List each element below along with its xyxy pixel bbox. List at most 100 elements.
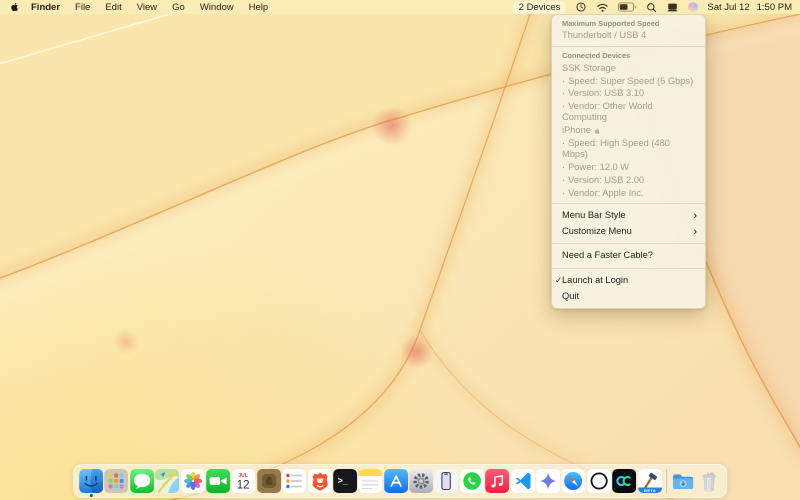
menu-separator [552,268,705,269]
battery-icon[interactable] [618,2,637,12]
menu-bar: Finder File Edit View Go Window Help 2 Device… [0,0,800,14]
menu-go[interactable]: Go [172,2,185,13]
menu-item-label: Need a Faster Cable? [562,250,653,261]
dock-maps-icon[interactable] [155,469,179,493]
menu-item-label: Version: USB 3.10 [568,88,644,98]
dock-safari-icon[interactable] [562,469,586,493]
dock-brown-app-icon[interactable] [257,469,281,493]
dock-vscode-icon[interactable] [511,469,535,493]
menu-item-label: iPhone [562,125,591,136]
menu-item-quit[interactable]: Quit [552,288,705,304]
menu-item-label: Speed: Super Speed (5 Gbps) [568,76,693,86]
dock-photos-icon[interactable] [181,469,205,493]
bullet-marker: · [562,188,565,198]
menu-item-power-12-0-w: ·Power: 12.0 W [552,161,705,174]
usb-devices-menu-button[interactable]: 2 Devices [513,1,567,14]
dock-divider [666,469,667,493]
submenu-chevron-icon: › [693,228,697,236]
menu-item-speed-super-speed-5-gbps-: ·Speed: Super Speed (5 Gbps) [552,75,705,88]
menu-separator [552,203,705,204]
svg-text:BETA: BETA [644,489,656,493]
menu-item-vendor-apple-inc-: ·Vendor: Apple Inc. [552,187,705,200]
app-menus: File Edit View Go Window Help [75,2,268,13]
menu-item-ssk-storage: SSK Storage [552,62,705,75]
dock-terminal-icon[interactable]: >_ [333,469,357,493]
menu-item-label: Thunderbolt / USB 4 [562,30,646,41]
bullet-marker: · [562,76,565,86]
svg-text:12: 12 [237,480,250,492]
menu-item-label: Vendor: Apple Inc. [568,188,643,198]
dock: JUL12 >_ BETA [73,464,727,498]
menu-item-label: Version: USB 2.00 [568,175,644,185]
menu-item-vendor-other-world-computing: ·Vendor: Other World Computing [552,100,705,124]
usb-devices-dropdown-menu: Maximum Supported SpeedThunderbolt / USB… [551,14,706,310]
dock-cc-app-icon[interactable] [612,469,636,493]
menu-item-iphone: iPhone [552,124,705,137]
menu-window[interactable]: Window [200,2,234,13]
menu-bar-time: 1:50 PM [757,2,792,13]
siri-icon[interactable] [688,2,698,12]
menu-item-label: Launch at Login [562,275,628,286]
menu-separator [552,46,705,47]
svg-text:JUL: JUL [239,473,248,479]
dock-calendar-icon[interactable]: JUL12 [231,469,255,493]
dock-whatsapp-icon[interactable] [460,469,484,493]
menu-item-customize-menu[interactable]: Customize Menu › [552,224,705,240]
menu-item-launch-at-login[interactable]: ✓Launch at Login [552,272,705,288]
bullet-marker: · [562,175,565,185]
menu-item-label: Menu Bar Style [562,210,626,221]
menu-bar-status-area: 2 Devices [513,1,792,14]
menu-separator [552,243,705,244]
dock-appstore-icon[interactable] [384,469,408,493]
menu-item-menu-bar-style[interactable]: Menu Bar Style › [552,208,705,224]
menu-help[interactable]: Help [249,2,269,13]
menu-file[interactable]: File [75,2,90,13]
checkmark-icon: ✓ [555,275,562,285]
dock-downloads-icon[interactable] [671,469,695,493]
menu-section-header: Maximum Supported Speed [552,18,705,30]
menu-item-need-a-faster-cable-[interactable]: Need a Faster Cable? [552,248,705,264]
bullet-marker: · [562,101,565,111]
menu-item-speed-high-speed-480-mbps-: ·Speed: High Speed (480 Mbps) [552,137,705,161]
dock-facetime-icon[interactable] [206,469,230,493]
submenu-chevron-icon: › [693,212,697,220]
dock-chatgpt-icon[interactable] [587,469,611,493]
dock-brave-icon[interactable] [308,469,332,493]
menu-item-label: Speed: High Speed (480 Mbps) [562,138,670,159]
dock-notes-icon[interactable] [358,469,382,493]
dock-finder-icon[interactable] [79,469,103,493]
dock-trash-icon[interactable] [697,469,721,493]
dock-messages-icon[interactable] [130,469,154,493]
svg-text:>_: >_ [338,476,349,486]
display-icon[interactable] [666,2,679,13]
menu-section-header: Connected Devices [552,50,705,62]
menu-item-label: Vendor: Other World Computing [562,101,653,122]
timer-icon[interactable] [575,1,587,13]
menu-item-thunderbolt-usb-4: Thunderbolt / USB 4 [552,29,705,42]
menu-bar-date: Sat Jul 12 [707,2,749,13]
menu-item-version-usb-3-10: ·Version: USB 3.10 [552,88,705,101]
menu-item-label: Customize Menu [562,226,632,237]
menu-view[interactable]: View [137,2,157,13]
dock-iphone-mirroring-icon[interactable] [435,469,459,493]
bullet-marker: · [562,88,565,98]
menu-item-label: Power: 12.0 W [568,162,629,172]
macos-desktop: Finder File Edit View Go Window Help 2 Device… [0,0,800,500]
dock-music-icon[interactable] [485,469,509,493]
active-app-name[interactable]: Finder [31,2,60,13]
search-icon[interactable] [646,2,657,13]
dock-gemini-icon[interactable] [536,469,560,493]
dock-settings-icon[interactable] [409,469,433,493]
dock-reminders-icon[interactable] [282,469,306,493]
apple-menu-icon[interactable] [10,1,20,13]
menu-edit[interactable]: Edit [105,2,121,13]
bullet-marker: · [562,162,565,172]
apple-logo-icon [594,127,601,135]
clock[interactable]: Sat Jul 12 1:50 PM [707,2,792,13]
running-indicator-dot [90,494,93,497]
dock-launchpad-icon[interactable] [105,469,129,493]
menu-item-label: Quit [562,291,579,302]
bullet-marker: · [562,138,565,148]
wifi-icon[interactable] [596,2,609,13]
dock-xcode-icon[interactable]: BETA [638,469,662,493]
